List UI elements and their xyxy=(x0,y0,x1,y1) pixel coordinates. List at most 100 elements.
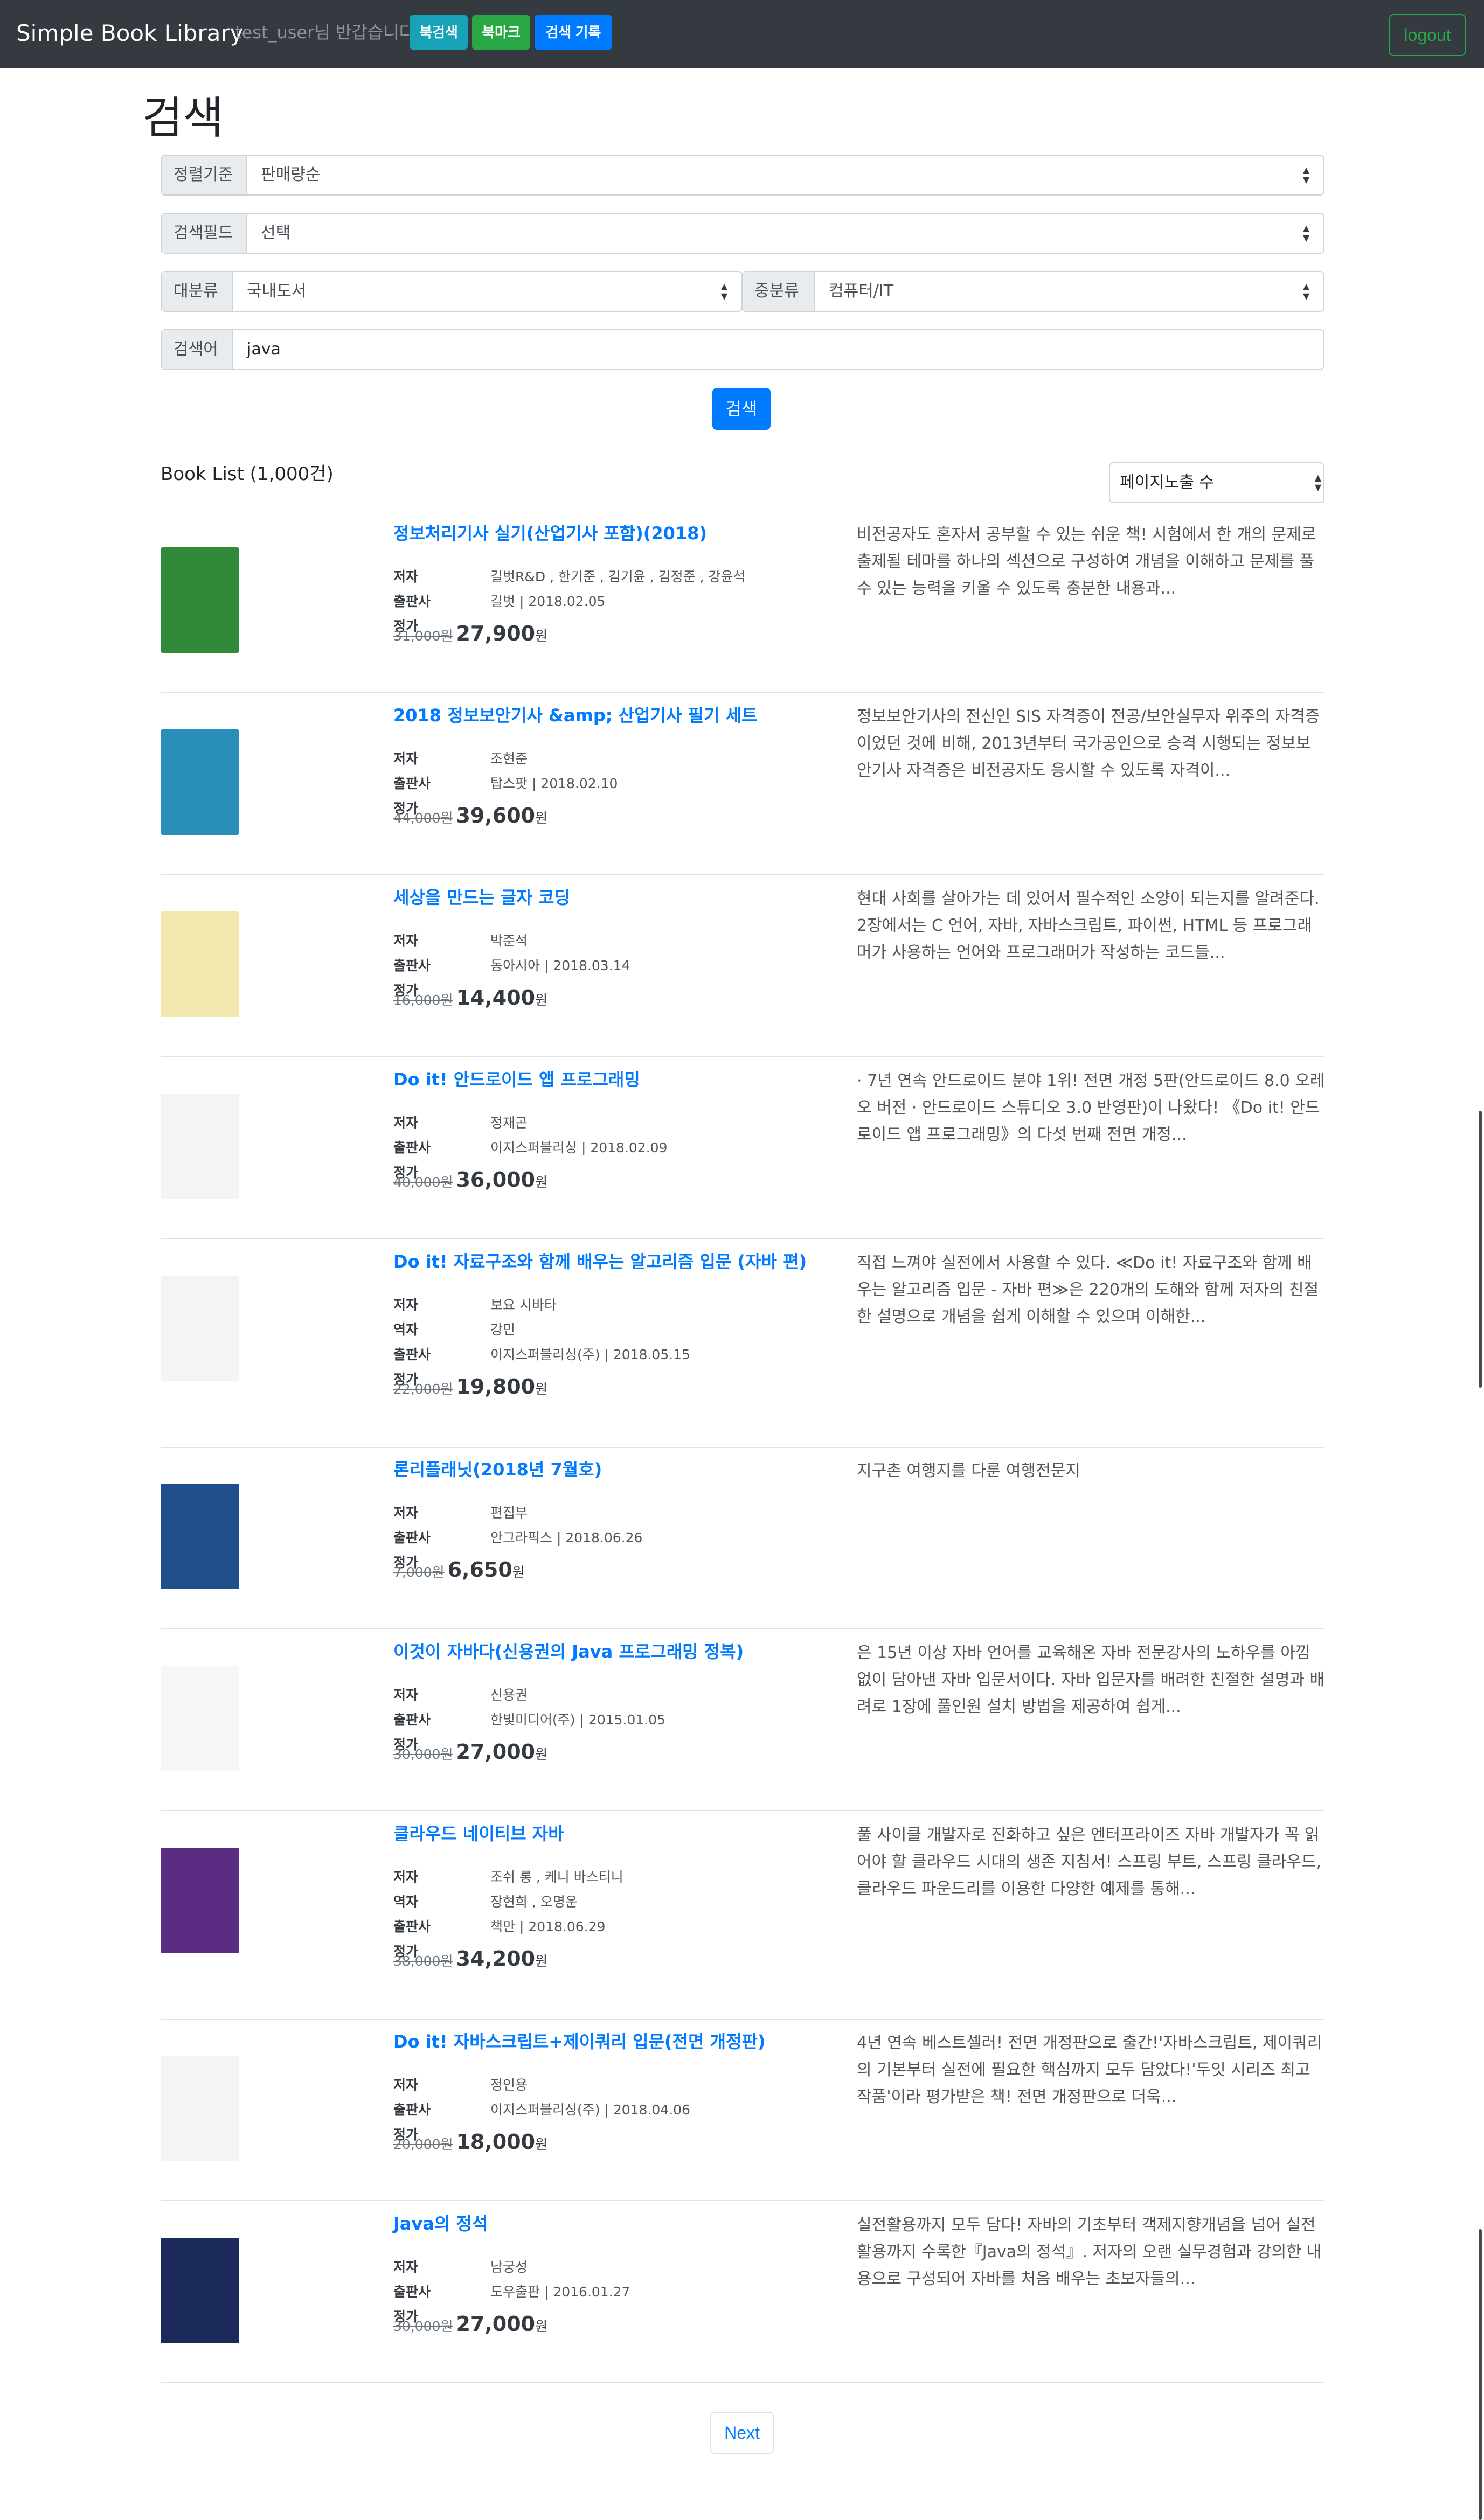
book-cover-image[interactable] xyxy=(161,1666,239,1771)
original-price: 20,000원 xyxy=(393,2136,453,2152)
book-publisher-value: 탑스팟 | 2018.02.10 xyxy=(490,776,618,791)
book-author-label: 저자 xyxy=(393,569,419,584)
scrollbar-thumb[interactable] xyxy=(1479,2229,1482,2520)
search-button[interactable]: 검색 xyxy=(712,388,771,430)
original-price: 30,000원 xyxy=(393,2319,453,2334)
book-publisher-value: 길벗 | 2018.02.05 xyxy=(490,594,606,609)
minor-category-label: 중분류 xyxy=(743,272,815,311)
field-select[interactable]: 검색필드 선택 ▲ ▼ xyxy=(161,213,1324,254)
book-cover-image[interactable] xyxy=(161,729,239,835)
book-title-link[interactable]: 론리플래닛(2018년 7월호) xyxy=(393,1458,602,1481)
book-item: 론리플래닛(2018년 7월호) 저자 편집부 출판사 안그라픽스 | 2018.06.… xyxy=(161,1458,1324,1629)
book-search-nav-button[interactable]: 북검색 xyxy=(410,15,468,50)
currency-unit: 원 xyxy=(535,1953,548,1969)
book-price: 40,000원 36,000원 xyxy=(393,1168,547,1192)
book-cover-image[interactable] xyxy=(161,2238,239,2343)
book-author-label: 저자 xyxy=(393,1869,419,1885)
minor-category-select[interactable]: 중분류 컴퓨터/IT ▲ ▼ xyxy=(741,271,1324,312)
book-translator-label: 역자 xyxy=(393,1894,419,1910)
sort-label: 정렬기준 xyxy=(162,156,247,194)
book-title-link[interactable]: 2018 정보보안기사 &amp; 산업기사 필기 세트 xyxy=(393,704,757,727)
book-publisher-value: 이지스퍼블리싱(주) | 2018.05.15 xyxy=(490,1347,690,1362)
brand-title[interactable]: Simple Book Library xyxy=(16,18,244,48)
currency-unit: 원 xyxy=(535,628,548,644)
sale-price: 36,000 xyxy=(456,1168,536,1192)
book-author-value: 정재곤 xyxy=(490,1115,528,1131)
search-history-nav-button[interactable]: 검색 기록 xyxy=(535,15,612,50)
sort-select[interactable]: 정렬기준 판매량순 ▲ ▼ xyxy=(161,155,1324,196)
book-price: 31,000원 27,900원 xyxy=(393,622,547,645)
book-publisher-label: 출판사 xyxy=(393,1919,431,1934)
book-title-link[interactable]: Do it! 자료구조와 함께 배우는 알고리즘 입문 (자바 편) xyxy=(393,1250,807,1273)
currency-unit: 원 xyxy=(535,2136,548,2152)
book-publisher-label: 출판사 xyxy=(393,1712,431,1728)
book-translator-label: 역자 xyxy=(393,1322,419,1338)
book-publisher-label: 출판사 xyxy=(393,2284,431,2300)
book-description: 비전공자도 혼자서 공부할 수 있는 쉬운 책! 시험에서 한 개의 문제로 출… xyxy=(857,525,1316,598)
book-item: Java의 정석 저자 남궁성 출판사 도우출판 | 2016.01.27 정가 30,00… xyxy=(161,2212,1324,2383)
book-description: 현대 사회를 살아가는 데 있어서 필수적인 소양이 되는지를 알려준다. 2장… xyxy=(857,889,1320,962)
book-cover-image[interactable] xyxy=(161,1484,239,1589)
original-price: 31,000원 xyxy=(393,628,453,644)
book-author-label: 저자 xyxy=(393,2077,419,2093)
book-title-link[interactable]: Do it! 자바스크립트+제이쿼리 입문(전면 개정판) xyxy=(393,2030,766,2053)
book-cover-image[interactable] xyxy=(161,547,239,653)
book-author-value: 박준석 xyxy=(490,933,528,949)
minor-category-value: 컴퓨터/IT xyxy=(829,282,894,301)
book-title-link[interactable]: Do it! 안드로이드 앱 프로그래밍 xyxy=(393,1068,640,1091)
select-caret-icon: ▲ ▼ xyxy=(1302,281,1310,301)
major-category-select[interactable]: 대분류 국내도서 ▲ ▼ xyxy=(161,271,743,312)
book-publisher-label: 출판사 xyxy=(393,594,431,609)
sale-price: 6,650 xyxy=(447,1558,512,1582)
book-item: 2018 정보보안기사 &amp; 산업기사 필기 세트 저자 조현준 출판사 탑스팟 … xyxy=(161,704,1324,875)
scrollbar-thumb[interactable] xyxy=(1479,1111,1482,1388)
book-author-label: 저자 xyxy=(393,933,419,949)
top-navbar: Simple Book Library test_user님 반갑습니다. 북검… xyxy=(0,0,1484,68)
book-title-link[interactable]: 세상을 만드는 글자 코딩 xyxy=(393,886,570,909)
book-cover-image[interactable] xyxy=(161,2056,239,2161)
book-cover-image[interactable] xyxy=(161,1848,239,1953)
book-cover-image[interactable] xyxy=(161,911,239,1017)
major-category-label: 대분류 xyxy=(162,272,233,311)
bookmark-nav-button[interactable]: 북마크 xyxy=(472,15,530,50)
field-label: 검색필드 xyxy=(162,214,247,253)
book-title-link[interactable]: 이것이 자바다(신용권의 Java 프로그래밍 정복) xyxy=(393,1640,744,1663)
field-value: 선택 xyxy=(261,224,291,242)
sale-price: 18,000 xyxy=(456,2130,536,2154)
original-price: 40,000원 xyxy=(393,1174,453,1190)
sale-price: 27,900 xyxy=(456,622,536,645)
book-item: 클라우드 네이티브 자바 저자 조쉬 롱 , 케니 바스티니 역자 장현희 , 오명운 출… xyxy=(161,1822,1324,2020)
currency-unit: 원 xyxy=(535,1381,548,1397)
book-cover-image[interactable] xyxy=(161,1276,239,1381)
per-page-value: 페이지노출 수 xyxy=(1120,473,1215,492)
book-title-link[interactable]: Java의 정석 xyxy=(393,2212,488,2236)
book-author-label: 저자 xyxy=(393,1115,419,1131)
book-publisher-value: 이지스퍼블리싱 | 2018.02.09 xyxy=(490,1140,668,1155)
original-price: 44,000원 xyxy=(393,810,453,826)
book-price: 44,000원 39,600원 xyxy=(393,804,547,827)
book-price: 30,000원 27,000원 xyxy=(393,1740,547,1764)
book-description: 실전활용까지 모두 담다! 자바의 기초부터 객제지향개념을 넘어 실전활용까지… xyxy=(857,2216,1322,2288)
book-author-label: 저자 xyxy=(393,2259,419,2275)
sort-value: 판매량순 xyxy=(261,165,321,184)
book-publisher-value: 안그라픽스 | 2018.06.26 xyxy=(490,1530,643,1546)
book-author-value: 조쉬 롱 , 케니 바스티니 xyxy=(490,1869,623,1885)
sale-price: 14,400 xyxy=(456,986,536,1010)
logout-button[interactable]: logout xyxy=(1389,14,1466,56)
sale-price: 19,800 xyxy=(456,1375,536,1398)
select-caret-icon: ▲ ▼ xyxy=(1302,223,1310,243)
book-description: 풀 사이클 개발자로 진화하고 싶은 엔터프라이즈 자바 개발자가 꼭 읽어야 … xyxy=(857,1826,1322,1898)
book-description: 정보보안기사의 전신인 SIS 자격증이 전공/보안실무자 위주의 자격증이었던… xyxy=(857,707,1320,780)
book-price: 22,000원 19,800원 xyxy=(393,1375,547,1398)
book-author-label: 저자 xyxy=(393,1297,419,1313)
book-cover-image[interactable] xyxy=(161,1094,239,1199)
original-price: 7,000원 xyxy=(393,1564,445,1580)
book-title-link[interactable]: 정보처리기사 실기(산업기사 포함)(2018) xyxy=(393,521,707,545)
next-page-button[interactable]: Next xyxy=(710,2412,774,2454)
per-page-select[interactable]: 페이지노출 수 ▲ ▼ xyxy=(1109,462,1324,503)
book-description: · 7년 연속 안드로이드 분야 1위! 전면 개정 5판(안드로이드 8.0 … xyxy=(857,1071,1325,1144)
book-list-title: Book List (1,000건) xyxy=(161,463,334,485)
search-input[interactable]: java xyxy=(247,330,281,369)
book-title-link[interactable]: 클라우드 네이티브 자바 xyxy=(393,1822,564,1846)
book-item: 이것이 자바다(신용권의 Java 프로그래밍 정복) 저자 신용권 출판사 한빛미디어… xyxy=(161,1640,1324,1811)
